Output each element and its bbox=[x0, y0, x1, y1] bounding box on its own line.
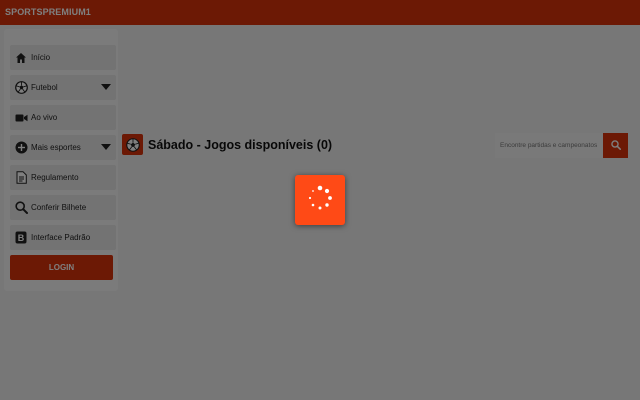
spinner-icon bbox=[307, 185, 333, 216]
loading-spinner bbox=[295, 175, 345, 225]
